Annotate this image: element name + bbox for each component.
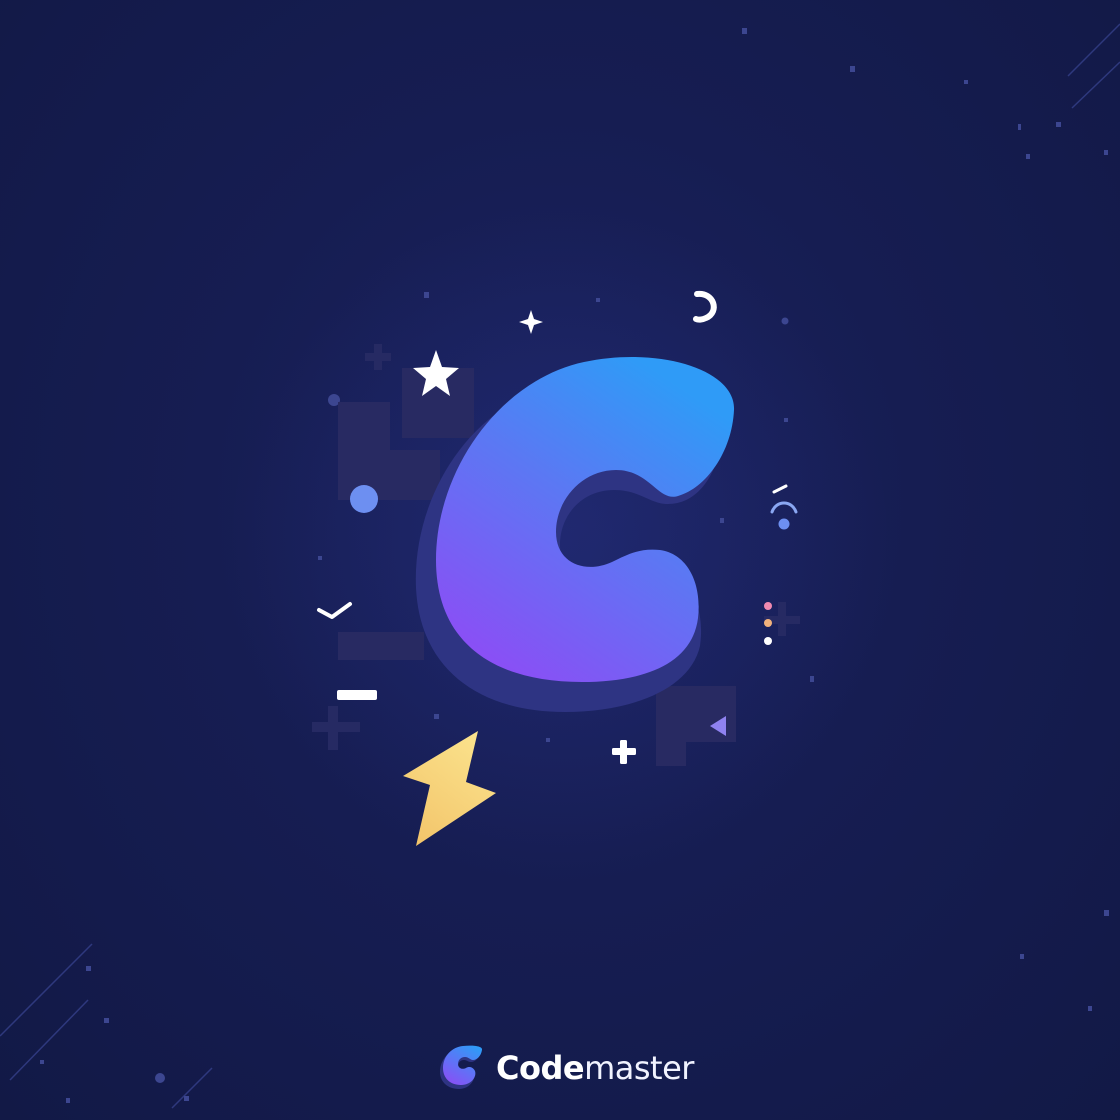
dots-icon <box>764 602 772 645</box>
corner-streaks-bottom-left <box>0 943 213 1109</box>
blue-dot <box>350 485 378 513</box>
brand-name: Codemaster <box>496 1052 694 1084</box>
codemaster-logo-icon <box>440 1045 483 1089</box>
brand-wordmark: Codemaster <box>436 1040 694 1096</box>
minus-icon <box>337 690 377 700</box>
illustration <box>0 23 1120 1109</box>
app-icon-canvas: Codemaster <box>0 0 1120 1120</box>
brand-name-bold: Code <box>496 1049 585 1087</box>
brand-name-light: master <box>584 1049 694 1087</box>
corner-streaks-top-right <box>1067 23 1120 109</box>
